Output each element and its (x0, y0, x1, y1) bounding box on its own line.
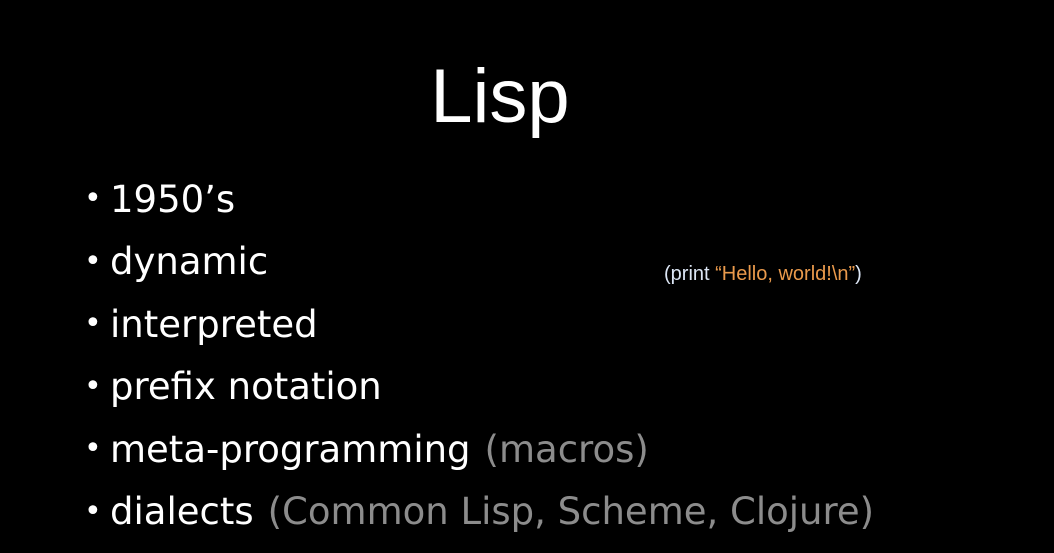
bullet-list: • 1950’s • dynamic • interpreted • prefi… (84, 168, 874, 543)
bullet-text: interpreted (110, 302, 318, 346)
bullet-text: prefix notation (110, 365, 382, 409)
bullet-icon: • (84, 431, 102, 467)
bullet-text: 1950’s (110, 177, 236, 221)
bullet-item: • dialects (Common Lisp, Scheme, Clojure… (84, 481, 874, 544)
code-string-literal: “Hello, world!\n” (715, 263, 856, 285)
code-call-open: (print (664, 263, 716, 285)
bullet-text: dialects (110, 490, 254, 534)
bullet-icon: • (84, 493, 102, 529)
bullet-aside: (macros) (484, 427, 649, 471)
code-call-close: ) (855, 263, 862, 285)
bullet-icon: • (84, 306, 102, 342)
bullet-item: • meta-programming (macros) (84, 418, 874, 481)
bullet-item: • interpreted (84, 293, 874, 356)
bullet-icon: • (84, 368, 102, 404)
slide-title: Lisp (430, 54, 570, 139)
bullet-aside: (Common Lisp, Scheme, Clojure) (267, 490, 875, 534)
code-example: (print “Hello, world!\n”) (664, 260, 862, 288)
bullet-item: • prefix notation (84, 356, 874, 419)
bullet-item: • 1950’s (84, 168, 874, 231)
bullet-icon: • (84, 181, 102, 217)
slide: Lisp • 1950’s • dynamic • interpreted • … (0, 0, 1054, 553)
bullet-text: dynamic (110, 240, 269, 284)
bullet-text: meta-programming (110, 427, 471, 471)
bullet-icon: • (84, 243, 102, 279)
